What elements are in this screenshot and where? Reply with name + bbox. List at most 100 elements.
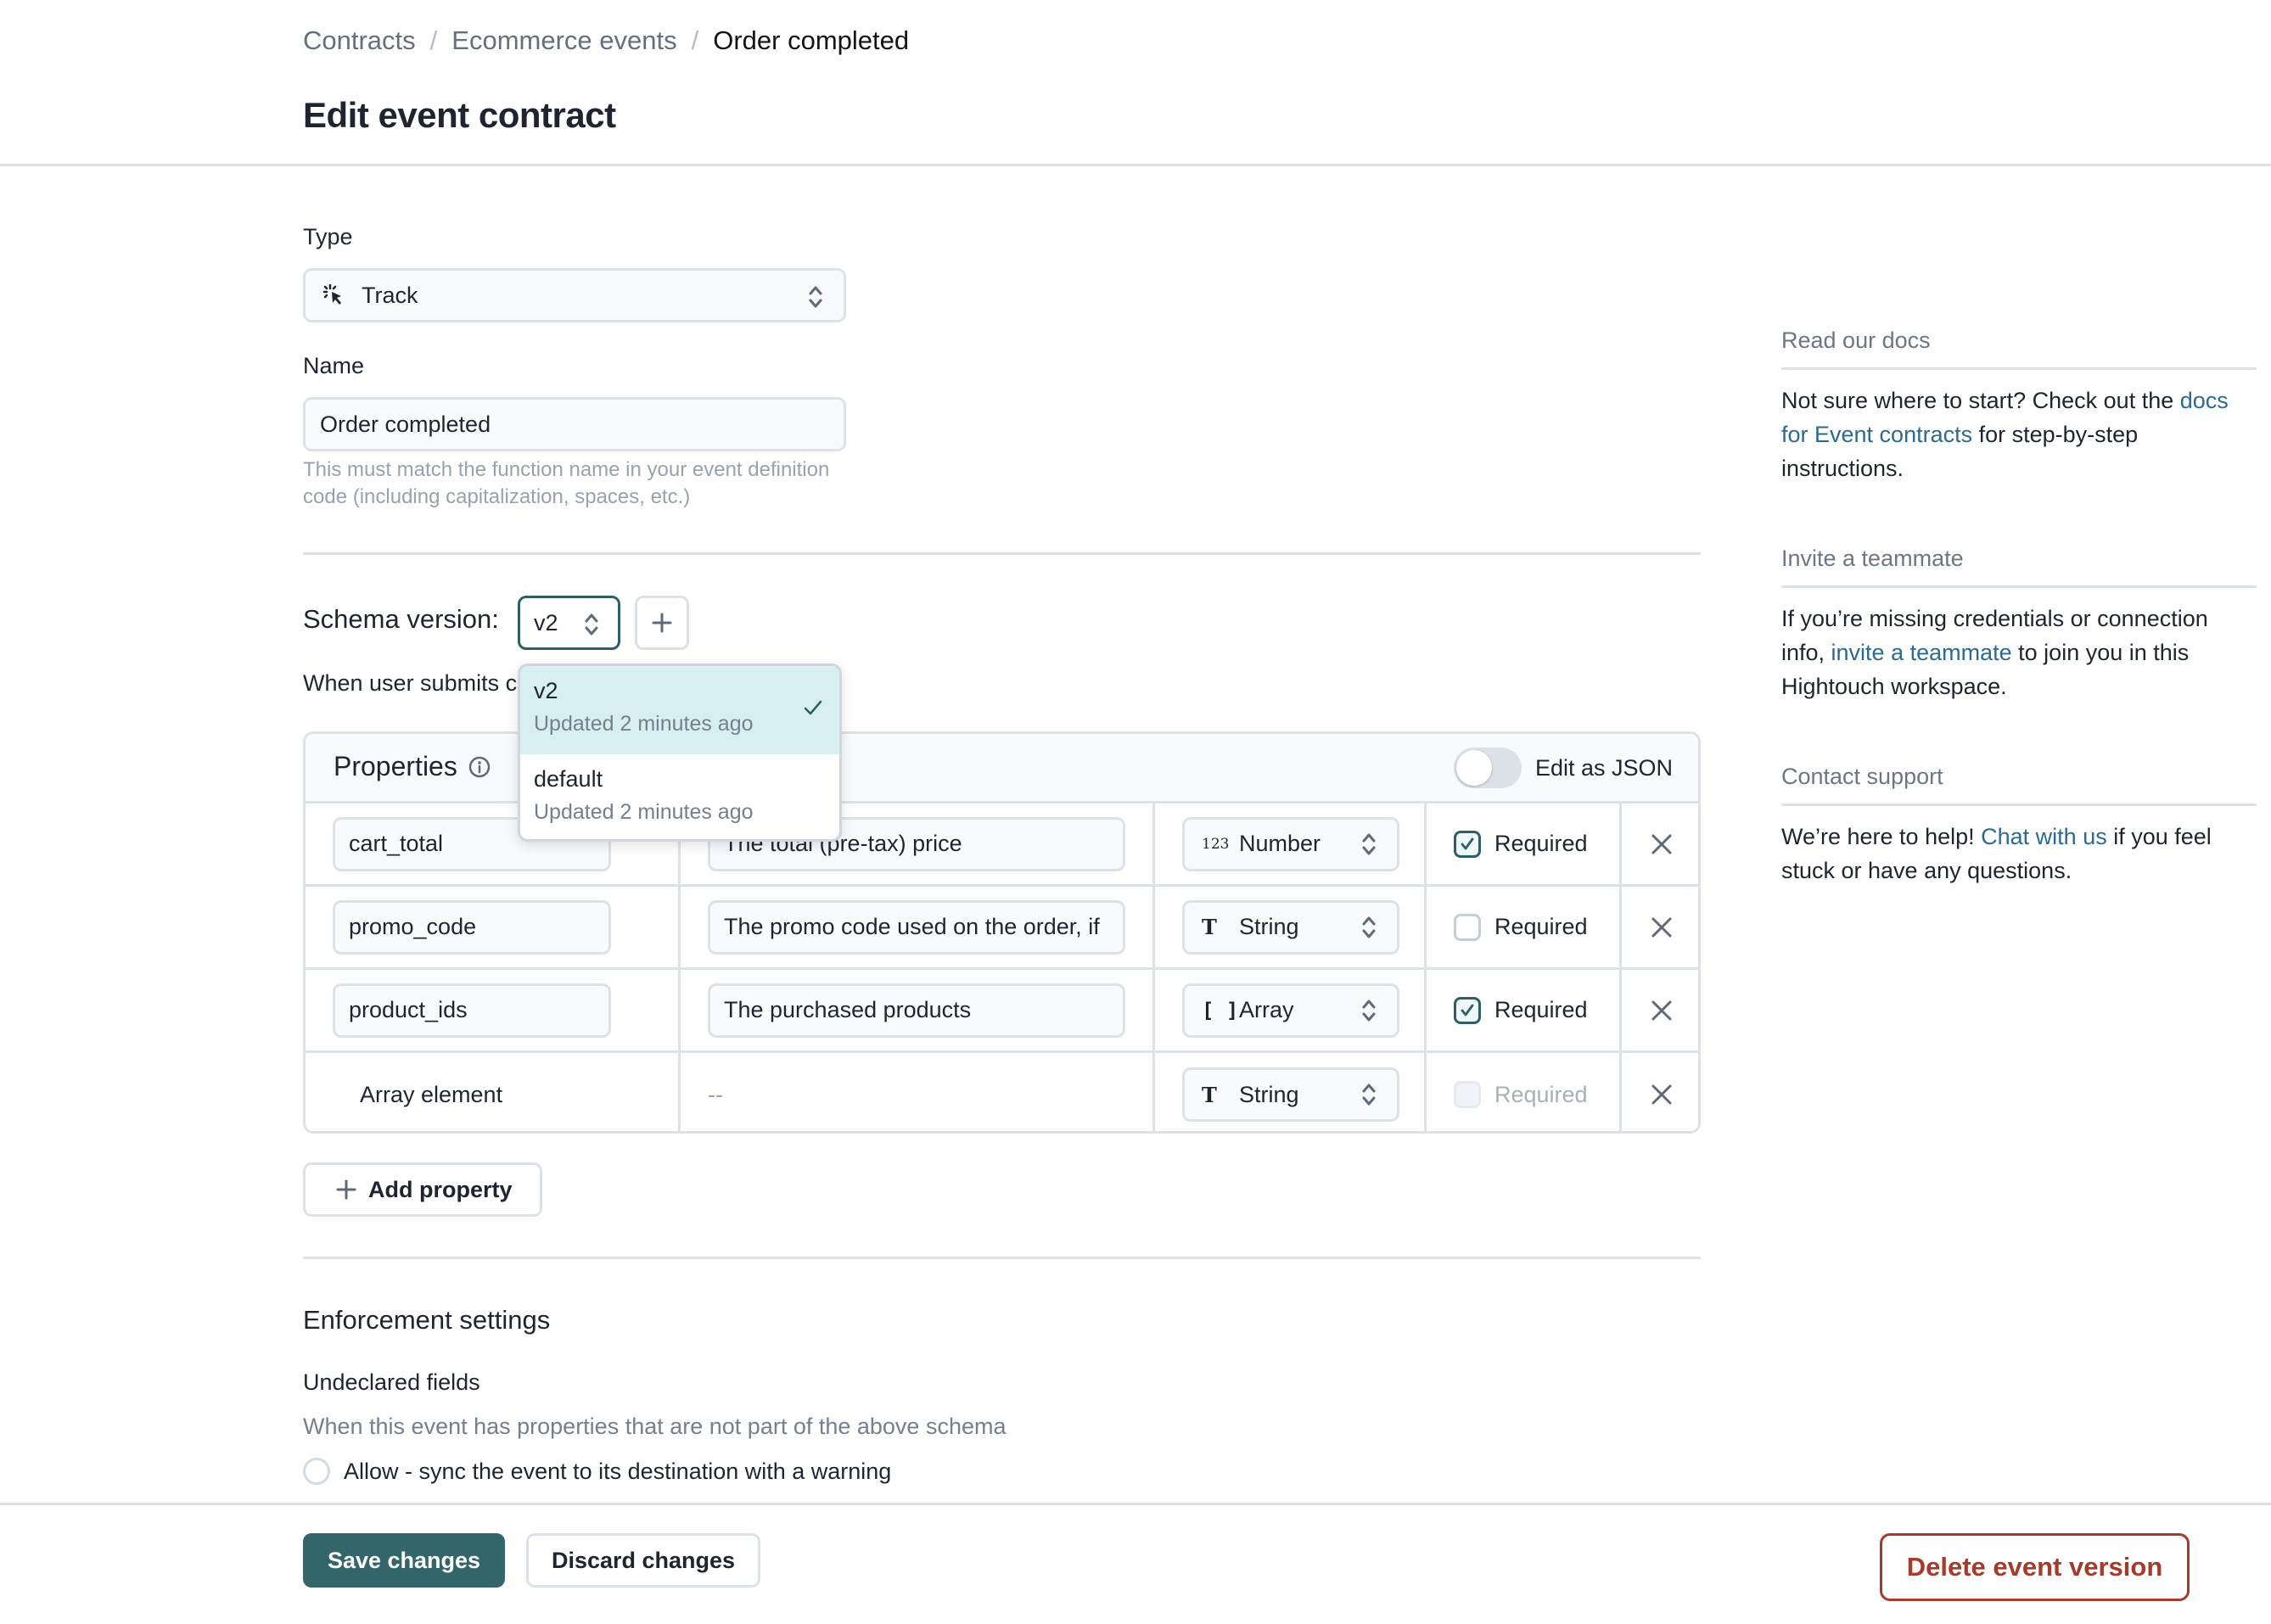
property-name-cell: Array element (306, 1053, 681, 1131)
required-checkbox[interactable] (1454, 830, 1481, 858)
schema-description: When user submits c (303, 670, 518, 696)
type-select-value: Track (362, 282, 418, 308)
properties-title-text: Properties (334, 751, 457, 781)
chat-with-us-link[interactable]: Chat with us (1981, 824, 2107, 849)
property-type-select[interactable]: T String (1182, 1067, 1399, 1122)
properties-header: Properties Edit as JSON (306, 734, 1698, 804)
property-type-cell: T String (1155, 1053, 1427, 1131)
add-property-button[interactable]: Add property (303, 1162, 542, 1217)
required-label: Required (1494, 914, 1588, 939)
sidebar-support-title: Contact support (1781, 764, 2257, 806)
property-description-input[interactable]: The purchased products (708, 983, 1125, 1038)
chevron-up-down-icon (1361, 1082, 1377, 1107)
array-type-icon: [ ] (1202, 998, 1239, 1022)
type-label: Type (303, 224, 353, 249)
property-description-cell: The purchased products (681, 970, 1155, 1050)
plus-icon (336, 1179, 356, 1200)
sidebar-support-section: Contact support We’re here to help! Chat… (1781, 764, 2257, 888)
name-label: Name (303, 353, 365, 378)
property-name-cell: product_ids (306, 970, 681, 1050)
required-label: Required (1494, 997, 1588, 1022)
schema-version-option-v2[interactable]: v2 Updated 2 minutes ago (520, 666, 839, 754)
undeclared-allow-option[interactable]: Allow - sync the event to its destinatio… (303, 1458, 891, 1485)
section-divider (303, 552, 1701, 555)
close-icon[interactable] (1650, 916, 1674, 939)
breadcrumb-separator: / (691, 25, 699, 55)
name-input-value: Order completed (320, 411, 491, 437)
number-type-icon: 123 (1202, 835, 1230, 853)
cursor-click-icon (322, 284, 345, 306)
property-type-cell: T String (1155, 887, 1427, 967)
property-row: cart_total The total (pre-tax) price 123… (306, 804, 1698, 887)
docs-text-before: Not sure where to start? Check out the (1781, 388, 2180, 413)
property-type-select[interactable]: 123 Number (1182, 816, 1399, 871)
array-element-description: -- (708, 1081, 723, 1107)
type-select[interactable]: Track (303, 268, 846, 322)
property-type-value: String (1239, 914, 1299, 939)
chevron-up-down-icon (584, 612, 599, 637)
check-icon (1461, 1004, 1474, 1016)
property-delete-cell (1622, 887, 1698, 967)
page-title: Edit event contract (303, 95, 616, 135)
option-title: default (534, 766, 603, 792)
properties-title: Properties (334, 751, 491, 782)
delete-event-version-button[interactable]: Delete event version (1880, 1533, 2190, 1601)
array-element-label: Array element (360, 1081, 503, 1107)
schema-version-label: Schema version: (303, 604, 499, 634)
string-type-icon: T (1202, 1082, 1217, 1107)
property-row: promo_code The promo code used on the or… (306, 887, 1698, 970)
property-required-cell: Required (1427, 1053, 1622, 1131)
chevron-up-down-icon (1361, 832, 1377, 857)
property-required-cell: Required (1427, 887, 1622, 967)
schema-version-option-default[interactable]: default Updated 2 minutes ago (520, 754, 839, 839)
required-checkbox[interactable] (1454, 996, 1481, 1024)
property-name-cell: promo_code (306, 887, 681, 967)
breadcrumb-ecommerce-events[interactable]: Ecommerce events (451, 25, 676, 56)
property-name-input[interactable]: promo_code (333, 899, 611, 955)
schema-version-value: v2 (534, 609, 558, 636)
toggle-knob (1455, 750, 1492, 786)
property-delete-cell (1622, 970, 1698, 1050)
undeclared-fields-description: When this event has properties that are … (303, 1414, 1007, 1439)
add-schema-version-button[interactable] (635, 596, 689, 650)
section-divider (303, 1257, 1701, 1259)
property-delete-cell (1622, 1053, 1698, 1131)
edit-as-json-toggle[interactable] (1453, 748, 1522, 788)
breadcrumb-separator: / (429, 25, 438, 55)
properties-table: Properties Edit as JSON cart_total The t… (303, 731, 1701, 1134)
chevron-up-down-icon (1361, 998, 1377, 1023)
breadcrumb-contracts[interactable]: Contracts (303, 25, 416, 56)
option-subtitle: Updated 2 minutes ago (534, 800, 754, 824)
required-label: Required (1494, 831, 1588, 856)
save-changes-button[interactable]: Save changes (303, 1533, 505, 1588)
property-type-select[interactable]: T String (1182, 899, 1399, 955)
property-type-value: String (1239, 1081, 1299, 1107)
breadcrumb: Contracts / Ecommerce events / Order com… (303, 25, 909, 56)
allow-radio[interactable] (303, 1458, 330, 1485)
property-description-input[interactable]: The promo code used on the order, if (708, 899, 1125, 955)
check-icon (802, 697, 824, 723)
property-name-input[interactable]: product_ids (333, 983, 611, 1038)
property-required-cell: Required (1427, 970, 1622, 1050)
close-icon[interactable] (1650, 832, 1674, 856)
property-description-cell: -- (681, 1053, 1155, 1131)
footer-bar: Save changes Discard changes Delete even… (0, 1503, 2271, 1624)
invite-teammate-link[interactable]: invite a teammate (1831, 640, 2012, 665)
info-icon[interactable] (468, 755, 491, 779)
discard-changes-button[interactable]: Discard changes (526, 1533, 760, 1588)
sidebar-invite-title: Invite a teammate (1781, 546, 2257, 588)
required-label: Required (1494, 1081, 1588, 1107)
allow-radio-label: Allow - sync the event to its destinatio… (344, 1458, 892, 1484)
sidebar-docs-title: Read our docs (1781, 328, 2257, 370)
property-type-cell: 123 Number (1155, 804, 1427, 884)
property-type-select[interactable]: [ ] Array (1182, 983, 1399, 1038)
plus-icon (651, 612, 673, 634)
name-input[interactable]: Order completed (303, 397, 846, 451)
property-type-value: Array (1239, 997, 1294, 1022)
close-icon[interactable] (1650, 1083, 1674, 1106)
required-checkbox-disabled (1454, 1081, 1481, 1108)
property-type-value: Number (1239, 831, 1321, 856)
required-checkbox[interactable] (1454, 913, 1481, 941)
schema-version-select[interactable]: v2 (518, 596, 620, 650)
close-icon[interactable] (1650, 999, 1674, 1022)
